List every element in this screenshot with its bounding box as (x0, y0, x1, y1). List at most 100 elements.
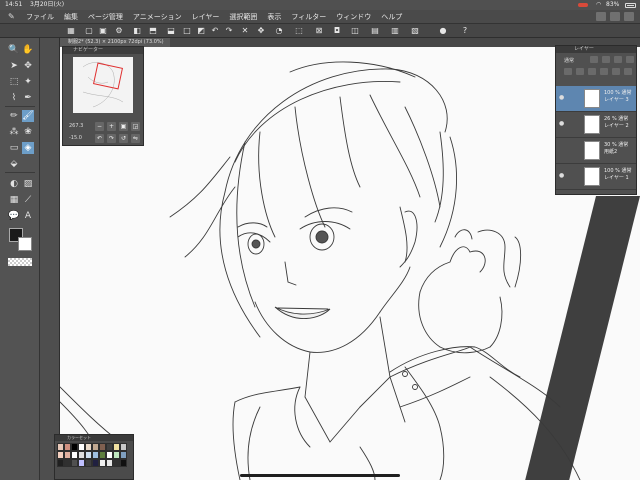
deselect-icon[interactable]: ⬚ (294, 26, 304, 36)
color-swatch[interactable] (99, 443, 106, 451)
new-vector-icon[interactable] (576, 68, 584, 75)
navigator-preview[interactable] (73, 57, 133, 113)
export-icon[interactable]: ⬓ (166, 26, 176, 36)
zoom-value[interactable]: 267.3 (69, 123, 83, 129)
color-swatch[interactable] (85, 451, 92, 459)
snap-grid-icon[interactable]: ▥ (390, 26, 400, 36)
fill-icon[interactable]: ◔ (274, 26, 284, 36)
menu-selection[interactable]: 選択範囲 (229, 10, 257, 24)
figure-tool-icon[interactable]: ▨ (22, 178, 34, 190)
color-swatch[interactable] (78, 459, 85, 467)
color-swatch[interactable] (120, 459, 127, 467)
color-swatch[interactable] (106, 451, 113, 459)
pencil-tool-icon[interactable]: ✏ (8, 110, 20, 122)
eyedropper-tool-icon[interactable]: ⌇ (8, 92, 20, 104)
color-swatch[interactable] (71, 459, 78, 467)
zoom-out-icon[interactable]: − (95, 122, 104, 131)
menu-view[interactable]: 表示 (267, 10, 281, 24)
color-swatch[interactable] (64, 459, 71, 467)
redo-icon[interactable]: ↷ (224, 26, 234, 36)
color-swatch[interactable] (71, 451, 78, 459)
merge-icon[interactable] (600, 68, 608, 75)
color-swatch[interactable] (78, 443, 85, 451)
color-swatch[interactable] (113, 451, 120, 459)
clip-icon[interactable] (614, 56, 622, 63)
pen-tool-icon[interactable]: ✒ (22, 92, 34, 104)
color-swatch[interactable] (64, 443, 71, 451)
layer-panel-header[interactable]: レイヤー (556, 46, 636, 53)
color-swatch[interactable] (57, 451, 64, 459)
menu-page[interactable]: ページ管理 (88, 10, 123, 24)
color-swatch[interactable] (85, 459, 92, 467)
import-icon[interactable]: ⬒ (148, 26, 158, 36)
navigator-header[interactable]: ナビゲーター (63, 47, 143, 54)
brush-tool-icon[interactable]: 🖌 (22, 110, 34, 122)
layer-row[interactable]: 30 % 通常 用紙2 (556, 138, 636, 164)
panel-icon[interactable] (610, 12, 620, 21)
fit-icon[interactable]: ▣ (119, 122, 128, 131)
visibility-eye-icon[interactable]: ● (559, 121, 565, 127)
layer-row[interactable]: ● 26 % 通常 レイヤー 2 (556, 112, 636, 138)
undo-icon[interactable]: ↶ (210, 26, 220, 36)
zoom-in-icon[interactable]: + (107, 122, 116, 131)
transform-icon[interactable]: ✥ (256, 26, 266, 36)
delete-layer-icon[interactable] (624, 68, 632, 75)
blend-tool-icon[interactable]: ◈ (22, 142, 34, 154)
text-tool-icon[interactable]: A (22, 210, 34, 222)
help-icon[interactable]: ? (460, 26, 470, 36)
visibility-eye-icon[interactable]: ● (559, 95, 565, 101)
balloon-tool-icon[interactable]: 💬 (8, 210, 20, 222)
show-selection-icon[interactable]: ◫ (350, 26, 360, 36)
color-swatch[interactable] (85, 443, 92, 451)
snap-perspective-icon[interactable]: ▧ (410, 26, 420, 36)
visibility-eye-icon[interactable]: ● (559, 173, 565, 179)
color-swatch[interactable] (64, 451, 71, 459)
white-square-icon[interactable]: □ (182, 26, 192, 36)
ruler-tool-icon[interactable]: ⟋ (22, 194, 34, 206)
color-swatch[interactable] (99, 451, 106, 459)
layout-icon[interactable] (596, 12, 606, 21)
gradient-tool-icon[interactable]: ◐ (8, 178, 20, 190)
selection-tool-icon[interactable]: ⬚ (8, 76, 20, 88)
eraser-tool-icon[interactable]: ▭ (8, 142, 20, 154)
layer-icon[interactable]: ◩ (196, 26, 206, 36)
menu-window[interactable]: ウィンドウ (336, 10, 371, 24)
menu-animation[interactable]: アニメーション (133, 10, 182, 24)
reset-rotate-icon[interactable]: ↺ (119, 134, 128, 143)
zoom-tool-icon[interactable]: 🔍 (8, 44, 20, 56)
auto-select-tool-icon[interactable]: ✦ (22, 76, 34, 88)
mask-icon[interactable] (612, 68, 620, 75)
menu-help[interactable]: ヘルプ (381, 10, 402, 24)
app-menu-icon[interactable]: ✎ (8, 13, 18, 21)
snap-ruler-icon[interactable]: ▤ (370, 26, 380, 36)
new-layer-icon[interactable] (564, 68, 572, 75)
airbrush-tool-icon[interactable]: ⁂ (8, 126, 20, 138)
color-set-header[interactable]: カラーセット (55, 435, 133, 441)
fill-tool-icon[interactable]: ⬙ (8, 158, 20, 170)
rotate-left-icon[interactable]: ↶ (95, 134, 104, 143)
blend-mode-select[interactable]: 通常 (564, 57, 574, 64)
open-icon[interactable]: ▢ (84, 26, 94, 36)
color-swatch[interactable] (92, 451, 99, 459)
color-swatch[interactable] (99, 459, 106, 467)
grid-icon[interactable]: ▦ (66, 26, 76, 36)
color-swatch[interactable] (92, 443, 99, 451)
frame-tool-icon[interactable]: ▦ (8, 194, 20, 206)
fullscreen-icon[interactable] (624, 12, 634, 21)
color-swatch[interactable] (106, 443, 113, 451)
menu-file[interactable]: ファイル (26, 10, 54, 24)
settings-icon[interactable]: ⚙ (114, 26, 124, 36)
opacity-slider[interactable] (590, 56, 598, 63)
color-swatch[interactable] (106, 459, 113, 467)
sub-color-swatch[interactable] (18, 237, 32, 251)
color-icon[interactable]: ● (438, 26, 448, 36)
color-swatch[interactable] (113, 443, 120, 451)
color-swatch[interactable] (71, 443, 78, 451)
menu-edit[interactable]: 編集 (64, 10, 78, 24)
color-swatch[interactable] (57, 443, 64, 451)
menu-layer[interactable]: レイヤー (192, 10, 220, 24)
new-folder-icon[interactable] (588, 68, 596, 75)
rotate-right-icon[interactable]: ↷ (107, 134, 116, 143)
color-swatch[interactable] (120, 451, 127, 459)
move-layer-tool-icon[interactable]: ✥ (22, 60, 34, 72)
